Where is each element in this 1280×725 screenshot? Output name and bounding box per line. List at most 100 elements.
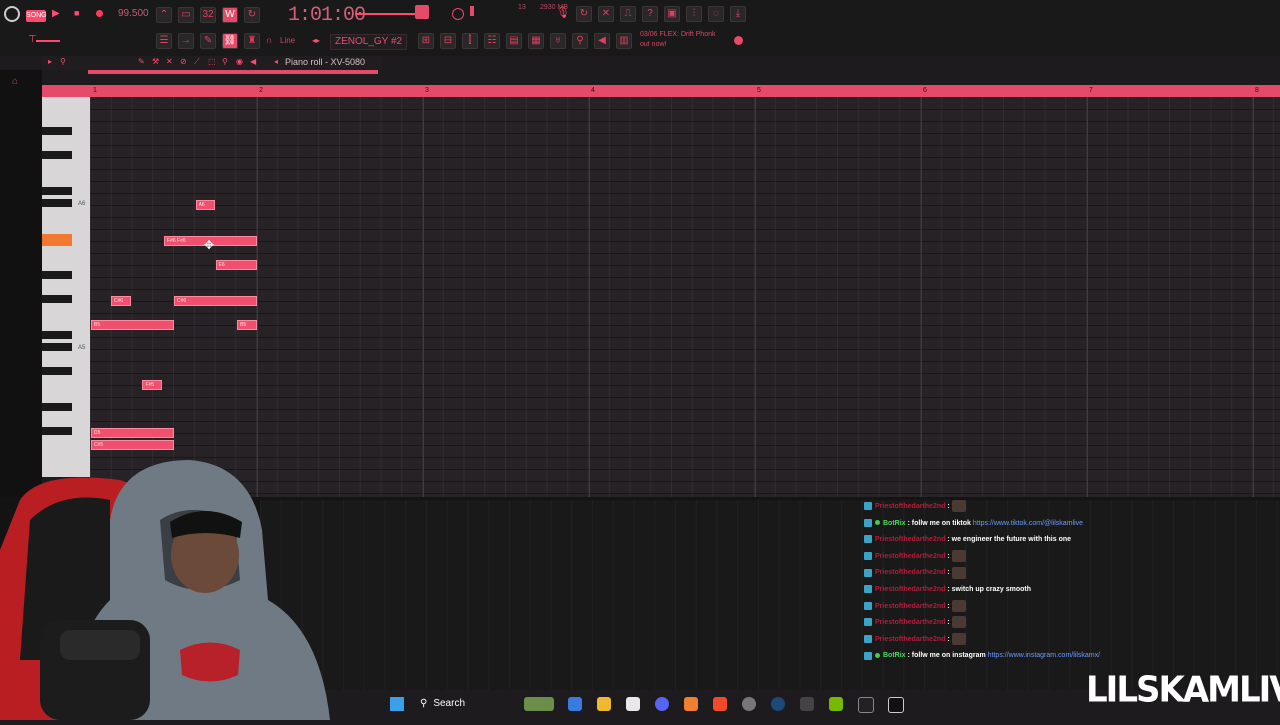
app-icon[interactable] [800,697,814,711]
piano-roll-scroll-bar[interactable] [88,70,378,74]
speaker-icon[interactable]: ◀ [594,33,610,49]
folder-icon[interactable]: ⌂ [12,76,18,87]
countdown-icon[interactable]: 32 [200,7,216,23]
piano-note[interactable]: E6 [215,260,257,270]
start-button[interactable] [390,697,404,711]
piano-note[interactable]: C#5 [91,440,174,450]
slice-tool-icon[interactable]: ⟋ [194,57,200,67]
piano-roll-menu-icon[interactable]: ▸ [48,57,52,66]
link-icon[interactable]: ⛓ [222,33,238,49]
microphone-icon[interactable]: ⚲ [572,33,588,49]
piano-note[interactable]: C#6 [110,296,131,306]
pattern-arrows-icon[interactable]: ◂▸ [312,36,320,45]
playback-tool-icon[interactable]: ◉ [236,57,243,66]
black-key[interactable] [42,271,72,279]
help-icon[interactable]: ? [642,6,658,22]
plugin-picker-icon[interactable]: ⊞ [418,33,434,49]
play-icon[interactable]: ▶ [52,8,60,19]
fl-logo-icon[interactable] [4,6,20,22]
draw-icon[interactable]: ✎ [200,33,216,49]
black-key[interactable] [42,403,72,411]
piano-note[interactable]: A6 [195,200,216,210]
snap-arrow-icon[interactable]: → [178,33,194,49]
copilot-icon[interactable] [568,697,582,711]
tuner-icon[interactable]: ♅ [550,33,566,49]
discord-icon[interactable] [655,697,669,711]
mute-tool-icon[interactable]: ⊘ [180,57,187,66]
timeline-ruler[interactable]: 1 2 3 4 5 6 7 8 [42,85,1280,97]
stop-icon[interactable]: ■ [74,8,79,18]
black-key[interactable] [42,199,72,207]
speaker-tool-icon[interactable]: ◀ [250,57,256,66]
arrow-left-icon[interactable]: ◂ [274,57,278,66]
black-key[interactable] [42,151,72,159]
piano-note[interactable]: B5 [237,320,257,330]
file-explorer-icon[interactable] [597,697,611,711]
taskbar-search[interactable]: ⚲ Search [412,695,532,713]
chat-link[interactable]: https://www.instagram.com/lilskamx/ [988,652,1100,659]
loop-record-icon[interactable]: ↻ [244,7,260,23]
online-news-icon[interactable] [734,36,743,45]
delete-tool-icon[interactable]: ✕ [166,57,173,66]
song-time-display[interactable]: 1:01:00 [288,4,366,27]
wait-input-icon[interactable]: ▭ [178,7,194,23]
fl-studio-icon[interactable] [684,697,698,711]
mic-icon[interactable]: 🎙 [556,6,570,19]
metronome-icon[interactable]: ⌃ [156,7,172,23]
pattern-selector[interactable]: ZENOL_GY #2 [330,34,408,50]
mixer-view-icon[interactable]: ⫿ [462,33,478,49]
paint-tool-icon[interactable]: ⚒ [152,57,159,66]
stamp-icon[interactable]: ♜ [244,33,260,49]
piano-roll-view-icon[interactable]: ▤ [506,33,522,49]
piano-note[interactable]: B5 [91,320,174,330]
mixer-icon[interactable]: ⫶ [686,6,702,22]
master-volume-slider[interactable] [355,13,415,15]
refresh-icon[interactable]: ↻ [576,6,592,22]
brush-icon[interactable]: ▥ [616,33,632,49]
tempo-display[interactable]: 99.500 [118,8,149,19]
song-mode-button[interactable]: SONG [26,10,47,22]
draw-tool-icon[interactable]: ✎ [138,57,145,66]
nvidia-icon[interactable] [829,697,843,711]
master-pitch-knob[interactable] [452,8,464,20]
select-tool-icon[interactable]: ⬚ [208,57,216,66]
channel-rack-icon[interactable]: ⊟ [440,33,456,49]
note-grid[interactable] [90,97,1280,497]
magnet-snap-icon[interactable]: ⚲ [60,57,66,66]
record-icon[interactable] [96,10,103,17]
step-edit-icon[interactable]: W [222,7,238,23]
master-volume-knob[interactable] [415,5,429,19]
main-pitch-slider[interactable] [36,40,60,42]
playlist-icon[interactable]: ☰ [156,33,172,49]
black-key[interactable] [42,295,72,303]
save-icon[interactable]: ▣ [664,6,680,22]
steam-icon[interactable] [771,697,785,711]
widget-icon[interactable] [524,697,554,711]
black-key[interactable] [42,427,72,435]
audio-input-icon[interactable]: ⎍ [620,6,636,22]
black-key[interactable] [42,127,72,135]
black-key[interactable] [42,187,72,195]
download-icon[interactable]: ⤓ [730,6,746,22]
clipboard-icon[interactable]: ▦ [528,33,544,49]
store-icon[interactable] [626,697,640,711]
close-mix-icon[interactable]: ✕ [598,6,614,22]
capcut-icon[interactable] [888,697,904,713]
chat-icon[interactable]: ◌ [708,6,724,22]
highlighted-key[interactable] [42,234,72,246]
chrome-icon[interactable] [742,697,756,711]
zoom-tool-icon[interactable]: ⚲ [222,57,228,66]
black-key[interactable] [42,331,72,339]
black-key[interactable] [42,367,72,375]
snap-selector[interactable]: Line [280,36,295,45]
piano-note[interactable]: C#6 [174,296,257,306]
brave-icon[interactable] [713,697,727,711]
game-icon[interactable] [858,697,874,713]
browser-icon[interactable]: ☷ [484,33,500,49]
magnet-icon[interactable]: ∩ [266,35,272,45]
black-key[interactable] [42,343,72,351]
piano-note[interactable]: D5 [91,428,174,438]
piano-keyboard[interactable] [42,97,90,477]
piano-note[interactable]: F#5 [142,380,163,390]
chat-link[interactable]: https://www.tiktok.com/@lilskamlive [973,520,1083,527]
